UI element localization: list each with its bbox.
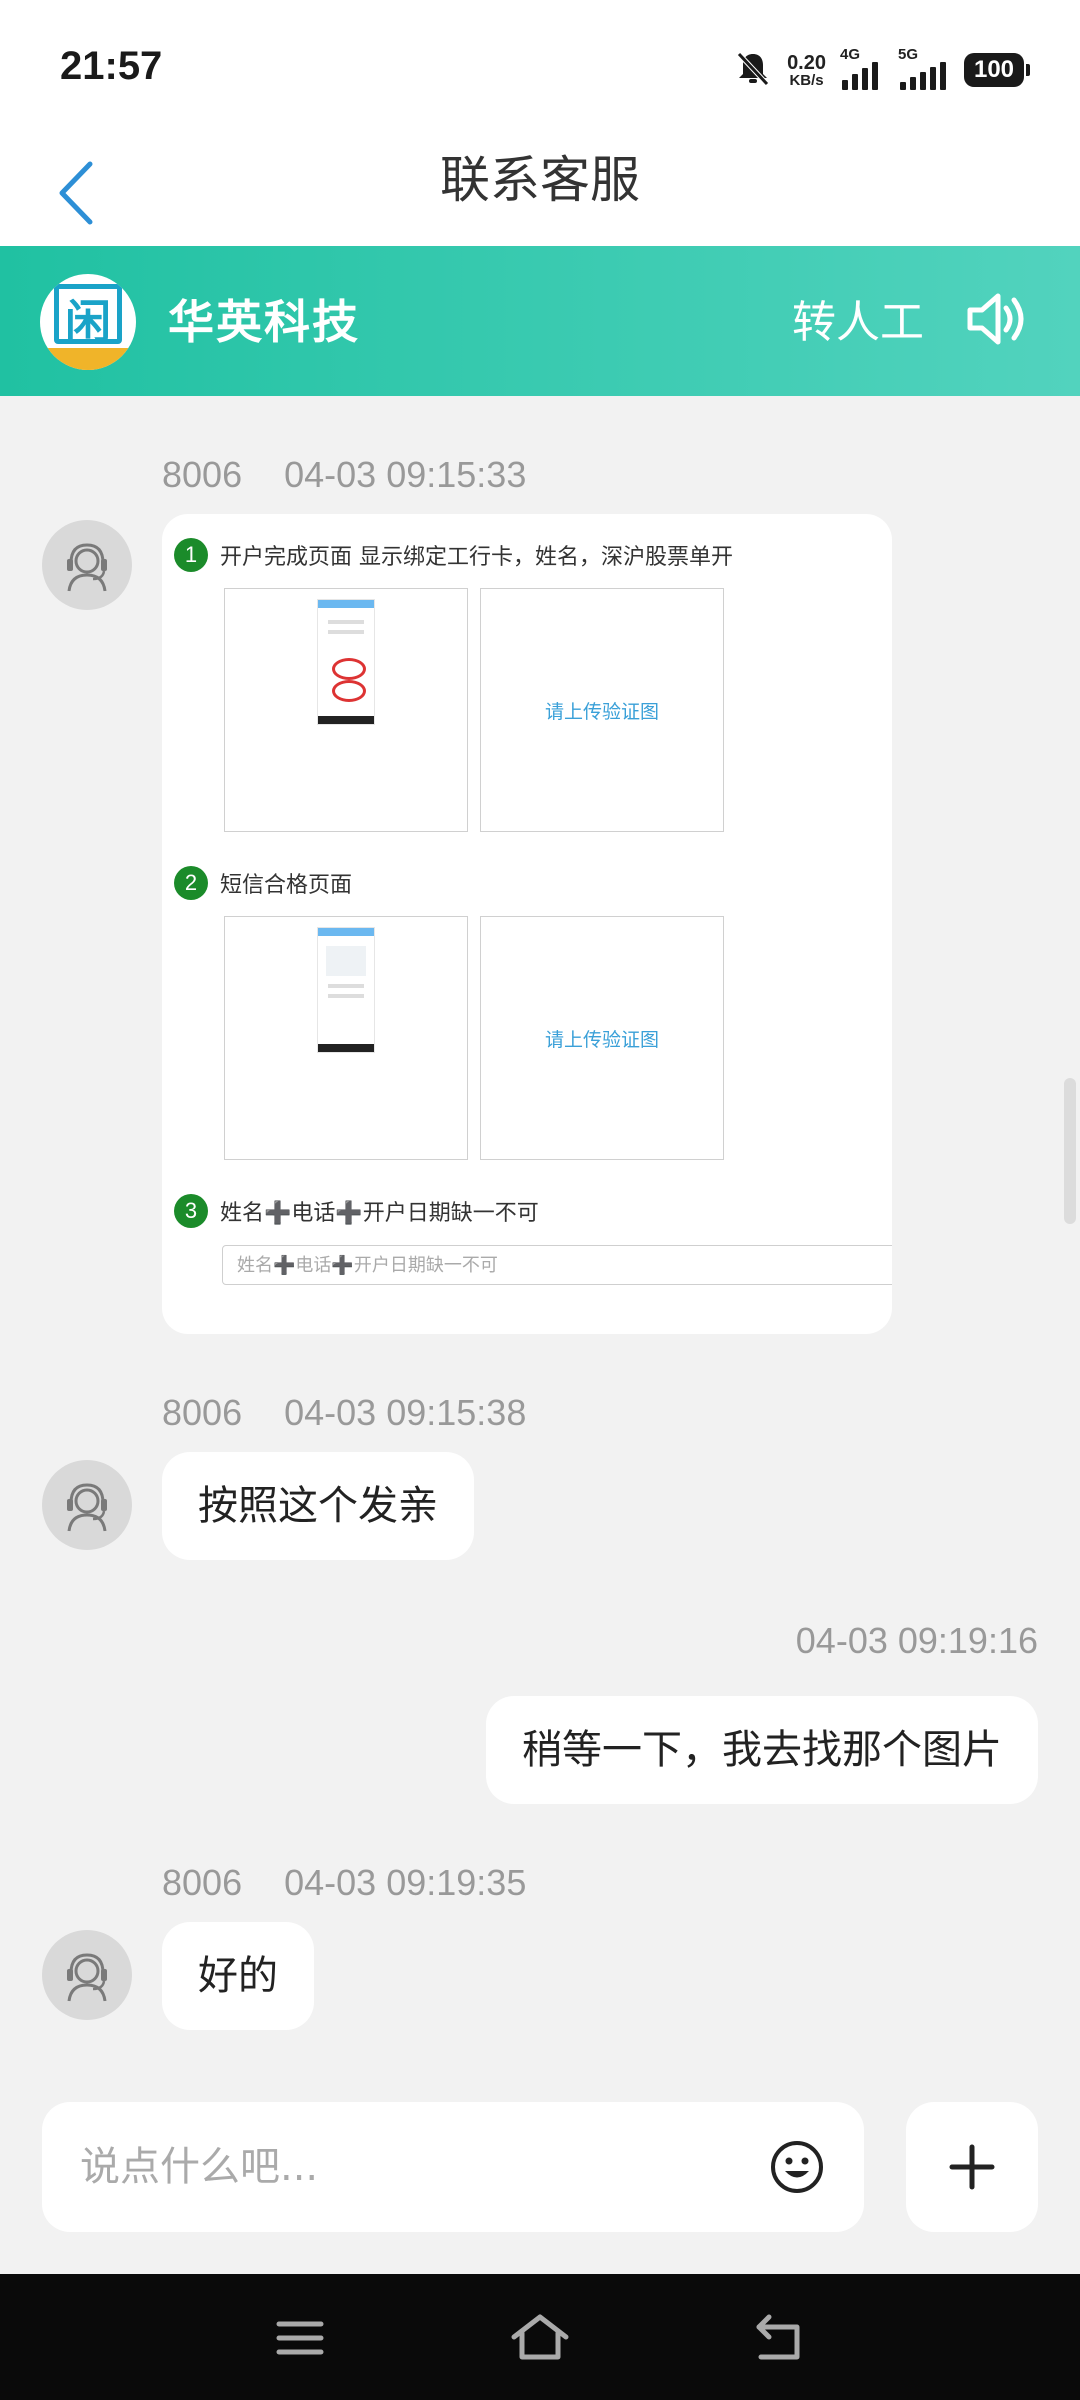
message-time: 04-03 09:19:16 xyxy=(795,1620,1038,1661)
step-number: 3 xyxy=(174,1194,208,1228)
step-text: 姓名➕电话➕开户日期缺一不可 xyxy=(220,1201,539,1226)
upload-box: 请上传验证图 xyxy=(480,916,724,1160)
example-screenshot-thumb xyxy=(224,588,468,832)
message-bubble-self[interactable]: 稍等一下，我去找那个图片 xyxy=(486,1696,1038,1804)
phone-screenshot-image xyxy=(317,927,375,1053)
page-title: 联系客服 xyxy=(440,151,640,209)
emoji-button[interactable] xyxy=(768,2138,826,2196)
example-screenshot-thumb xyxy=(224,916,468,1160)
image-message[interactable]: 1 开户完成页面 显示绑定工行卡，姓名，深沪股票单开 请上传验证图 2 短信合格… xyxy=(162,514,892,1334)
back-icon xyxy=(756,2314,800,2360)
step-number: 2 xyxy=(174,866,208,900)
net-speed-value: 0.20 xyxy=(787,51,826,74)
message-bubble-agent[interactable]: 按照这个发亲 xyxy=(162,1452,474,1560)
brand-logo: 闲 xyxy=(40,274,136,370)
net-speed: 0.20 KB/s xyxy=(787,53,826,88)
net-speed-unit: KB/s xyxy=(789,71,824,89)
message-sender: 8006 xyxy=(162,1862,243,1903)
home-icon xyxy=(511,2314,569,2360)
status-bar: 21:57 0.20 KB/s 4G 5G 100 xyxy=(0,0,1080,140)
phone-screenshot-image xyxy=(317,599,375,725)
message-sender: 8006 xyxy=(162,1392,243,1433)
step-1: 1 开户完成页面 显示绑定工行卡，姓名，深沪股票单开 xyxy=(174,538,733,572)
message-bubble-agent[interactable]: 好的 xyxy=(162,1922,314,2030)
speaker-icon xyxy=(967,293,1024,345)
message-input[interactable]: 说点什么吧... xyxy=(42,2102,864,2232)
home-button[interactable] xyxy=(508,2306,572,2370)
agent-avatar[interactable] xyxy=(42,520,132,610)
scrollbar-thumb[interactable] xyxy=(1064,1078,1076,1224)
message-time: 04-03 09:15:33 xyxy=(284,454,527,495)
menu-button[interactable] xyxy=(268,2306,332,2370)
sim1-label: 4G xyxy=(840,46,861,63)
message-time: 04-03 09:15:38 xyxy=(284,1392,527,1433)
step-2: 2 短信合格页面 xyxy=(174,866,352,900)
brand-logo-char: 闲 xyxy=(65,295,111,349)
system-back-button[interactable] xyxy=(748,2306,812,2370)
message-sender: 8006 xyxy=(162,454,243,495)
signal-sim1: 4G xyxy=(840,46,884,90)
headset-agent-icon xyxy=(67,1483,107,1532)
system-nav-bar xyxy=(0,2274,1080,2400)
example-input-field: 姓名➕电话➕开户日期缺一不可 xyxy=(222,1245,892,1285)
menu-icon xyxy=(276,2321,324,2355)
status-indicators: 0.20 KB/s 4G 5G 100 xyxy=(733,46,1030,92)
agent-avatar[interactable] xyxy=(42,1460,132,1550)
battery-indicator: 100 xyxy=(964,53,1030,87)
speaker-button[interactable] xyxy=(960,284,1030,354)
message-meta: 8006 04-03 09:15:33 xyxy=(162,454,526,496)
message-meta: 8006 04-03 09:19:35 xyxy=(162,1862,526,1904)
headset-agent-icon xyxy=(67,543,107,592)
step-text: 短信合格页面 xyxy=(220,873,353,898)
bell-off-icon xyxy=(733,48,773,92)
message-meta: 8006 04-03 09:15:38 xyxy=(162,1392,526,1434)
smiley-icon xyxy=(771,2141,823,2193)
nav-header: 联系客服 xyxy=(0,140,1080,246)
sim2-label: 5G xyxy=(898,46,919,63)
brand-name: 华英科技 xyxy=(168,295,360,349)
message-input-placeholder: 说点什么吧... xyxy=(80,2144,319,2190)
transfer-to-human-button[interactable]: 转人工 xyxy=(792,286,924,350)
step-text: 开户完成页面 显示绑定工行卡，姓名，深沪股票单开 xyxy=(220,545,733,570)
attach-plus-button[interactable] xyxy=(906,2102,1038,2232)
agent-avatar[interactable] xyxy=(42,1930,132,2020)
signal-sim2: 5G xyxy=(898,46,950,90)
upload-box: 请上传验证图 xyxy=(480,588,724,832)
step-number: 1 xyxy=(174,538,208,572)
step-3: 3 姓名➕电话➕开户日期缺一不可 xyxy=(174,1194,539,1228)
brand-bar: 闲 华英科技 转人工 xyxy=(0,246,1080,396)
headset-agent-icon xyxy=(67,1953,107,2002)
plus-icon xyxy=(949,2144,995,2190)
status-time: 21:57 xyxy=(60,44,163,88)
message-time: 04-03 09:19:35 xyxy=(284,1862,527,1903)
